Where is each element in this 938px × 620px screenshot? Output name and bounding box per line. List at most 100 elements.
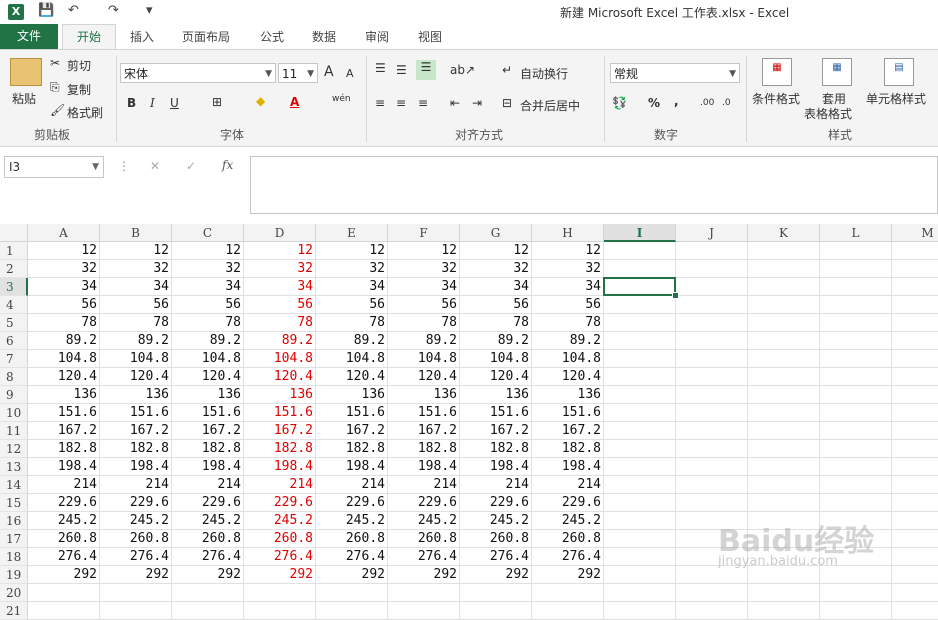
cell-a19[interactable]: 292 [28,566,100,584]
row-header[interactable]: 19 [0,566,28,584]
cell-f2[interactable]: 32 [388,260,460,278]
format-painter-button[interactable]: 格式刷 [67,104,103,121]
cell-d10[interactable]: 151.6 [244,404,316,422]
cell-d20[interactable] [244,584,316,602]
cell-e2[interactable]: 32 [316,260,388,278]
cell-j10[interactable] [676,404,748,422]
cell-a2[interactable]: 32 [28,260,100,278]
font-color-icon[interactable]: A [290,95,299,109]
cell-i18[interactable] [604,548,676,566]
row-header[interactable]: 11 [0,422,28,440]
cell-j6[interactable] [676,332,748,350]
cell-g2[interactable]: 32 [460,260,532,278]
cell-f14[interactable]: 214 [388,476,460,494]
cell-k21[interactable] [748,602,820,620]
cell-g5[interactable]: 78 [460,314,532,332]
cell-a1[interactable]: 12 [28,242,100,260]
cell-b15[interactable]: 229.6 [100,494,172,512]
cell-b10[interactable]: 151.6 [100,404,172,422]
cell-h10[interactable]: 151.6 [532,404,604,422]
cell-h12[interactable]: 182.8 [532,440,604,458]
cell-j2[interactable] [676,260,748,278]
cell-b18[interactable]: 276.4 [100,548,172,566]
cell-k3[interactable] [748,278,820,296]
cell-c6[interactable]: 89.2 [172,332,244,350]
cell-f12[interactable]: 182.8 [388,440,460,458]
cell-i15[interactable] [604,494,676,512]
cell-j15[interactable] [676,494,748,512]
cell-b17[interactable]: 260.8 [100,530,172,548]
cell-h3[interactable]: 34 [532,278,604,296]
cell-f6[interactable]: 89.2 [388,332,460,350]
cell-c14[interactable]: 214 [172,476,244,494]
undo-icon[interactable]: ↶ [68,3,79,18]
cell-h6[interactable]: 89.2 [532,332,604,350]
cell-e16[interactable]: 245.2 [316,512,388,530]
cell-k15[interactable] [748,494,820,512]
cell-f3[interactable]: 34 [388,278,460,296]
row-header[interactable]: 5 [0,314,28,332]
cell-m9[interactable] [892,386,938,404]
cell-l1[interactable] [820,242,892,260]
cell-k5[interactable] [748,314,820,332]
cell-e8[interactable]: 120.4 [316,368,388,386]
column-header-f[interactable]: F [388,224,460,242]
cell-i16[interactable] [604,512,676,530]
cell-b19[interactable]: 292 [100,566,172,584]
cell-c12[interactable]: 182.8 [172,440,244,458]
cell-g14[interactable]: 214 [460,476,532,494]
cell-f8[interactable]: 120.4 [388,368,460,386]
cell-a18[interactable]: 276.4 [28,548,100,566]
cell-l10[interactable] [820,404,892,422]
cell-f9[interactable]: 136 [388,386,460,404]
row-header[interactable]: 16 [0,512,28,530]
conditional-format-icon[interactable]: ▦ [762,58,792,86]
align-middle-icon[interactable]: ☰ [396,63,407,77]
orientation-icon[interactable]: ab↗ [450,63,475,77]
cell-k1[interactable] [748,242,820,260]
insert-function-icon[interactable]: fx [222,158,233,172]
cell-j20[interactable] [676,584,748,602]
tab-file[interactable]: 文件 [0,24,58,49]
cell-b12[interactable]: 182.8 [100,440,172,458]
cell-m11[interactable] [892,422,938,440]
save-icon[interactable]: 💾 [38,3,54,18]
cell-i20[interactable] [604,584,676,602]
column-header-c[interactable]: C [172,224,244,242]
cell-j13[interactable] [676,458,748,476]
align-top-icon[interactable]: ☰ [375,61,386,75]
cell-g7[interactable]: 104.8 [460,350,532,368]
row-header[interactable]: 8 [0,368,28,386]
cell-g11[interactable]: 167.2 [460,422,532,440]
cell-e18[interactable]: 276.4 [316,548,388,566]
cell-i21[interactable] [604,602,676,620]
cell-e21[interactable] [316,602,388,620]
cell-l14[interactable] [820,476,892,494]
cell-b16[interactable]: 245.2 [100,512,172,530]
cell-m17[interactable] [892,530,938,548]
cell-h1[interactable]: 12 [532,242,604,260]
enter-icon[interactable]: ✓ [186,159,196,173]
row-header[interactable]: 20 [0,584,28,602]
cell-d11[interactable]: 167.2 [244,422,316,440]
cell-d18[interactable]: 276.4 [244,548,316,566]
cell-g6[interactable]: 89.2 [460,332,532,350]
cell-l20[interactable] [820,584,892,602]
cell-k14[interactable] [748,476,820,494]
cell-h18[interactable]: 276.4 [532,548,604,566]
cell-f10[interactable]: 151.6 [388,404,460,422]
cell-f16[interactable]: 245.2 [388,512,460,530]
cell-a21[interactable] [28,602,100,620]
fill-color-icon[interactable]: ◆ [256,94,265,108]
cell-a6[interactable]: 89.2 [28,332,100,350]
row-header[interactable]: 1 [0,242,28,260]
cell-m5[interactable] [892,314,938,332]
cell-m19[interactable] [892,566,938,584]
cell-i13[interactable] [604,458,676,476]
cell-k12[interactable] [748,440,820,458]
cell-a10[interactable]: 151.6 [28,404,100,422]
increase-indent-icon[interactable]: ⇥ [472,96,482,110]
cell-m20[interactable] [892,584,938,602]
cell-h17[interactable]: 260.8 [532,530,604,548]
row-header[interactable]: 14 [0,476,28,494]
